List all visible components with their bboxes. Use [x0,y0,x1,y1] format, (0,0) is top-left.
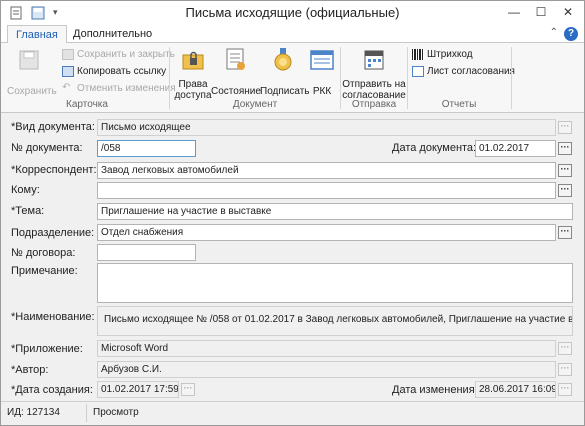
doc-date-label: Дата документа: [392,142,477,154]
state-label: Состояние [211,86,261,97]
subject-label: *Тема: [11,205,45,217]
cancel-changes-button[interactable]: ↶ Отменить изменения [62,82,176,95]
state-document-icon [226,48,245,70]
ribbon-separator [340,47,341,109]
document-form: *Вид документа: Письмо исходящее ··· № д… [6,115,579,399]
doc-date-input[interactable]: 01.02.2017 [475,140,556,157]
status-separator [86,404,87,422]
ribbon-separator [169,47,170,109]
save-label: Сохранить [7,86,57,97]
rkk-card-icon [310,50,334,70]
to-label: Кому: [11,184,40,196]
ribbon: Сохранить Сохранить и закрыть Копировать… [1,43,584,113]
created-label: *Дата создания: [11,384,93,396]
minimize-button[interactable]: — [503,3,525,21]
copy-link-icon [62,65,74,77]
doc-number-label: № документа: [11,142,83,154]
department-label: Подразделение: [11,227,95,239]
attachment-field[interactable]: Microsoft Word [97,340,556,357]
floppy-icon [19,50,39,70]
rkk-label: РКК [312,86,332,97]
barcode-icon [412,48,424,60]
medal-sign-icon [274,48,292,71]
approval-sheet-label: Лист согласования [427,66,515,77]
approval-sheet-icon [412,65,424,77]
collapse-ribbon-icon[interactable]: ⌃ [550,27,558,38]
rkk-button[interactable]: РКК [307,47,337,97]
ribbon-separator [511,47,512,109]
save-close-button[interactable]: Сохранить и закрыть [62,48,175,61]
tab-additional[interactable]: Дополнительно [65,25,160,44]
note-label: Примечание: [11,265,78,277]
app-window: ▾ Письма исходящие (официальные) — ☐ ✕ Г… [0,0,585,426]
close-button[interactable]: ✕ [557,3,579,21]
author-label: *Автор: [11,364,49,376]
modified-picker-button[interactable]: ··· [558,383,572,396]
correspondent-field[interactable]: Завод легковых автомобилей [97,162,556,179]
group-label-sending: Отправка [351,99,397,110]
undo-icon: ↶ [62,81,71,93]
author-browse-button[interactable]: ··· [558,363,572,376]
doc-number-input[interactable]: /058 [97,140,196,157]
maximize-button[interactable]: ☐ [530,3,552,21]
created-picker-button[interactable]: ··· [181,383,195,396]
save-button[interactable]: Сохранить [7,47,57,97]
calendar-send-icon [364,50,384,70]
contract-number-input[interactable] [97,244,196,261]
tab-main[interactable]: Главная [7,25,67,44]
sign-label: Подписать [260,86,310,97]
name-field[interactable]: Письмо исходящее № /058 от 01.02.2017 в … [97,306,573,336]
doc-type-label: *Вид документа: [11,121,95,133]
sign-button[interactable]: Подписать [260,47,310,97]
copy-link-label: Копировать ссылку [77,66,167,77]
doc-type-browse-button[interactable]: ··· [558,121,572,134]
cancel-changes-label: Отменить изменения [77,83,176,94]
doc-date-picker-button[interactable]: ··· [558,142,572,155]
approval-sheet-button[interactable]: Лист согласования [412,65,515,78]
group-label-card: Карточка [66,99,108,110]
state-button[interactable]: Состояние [211,47,261,97]
note-textarea[interactable] [97,263,573,303]
modified-label: Дата изменения: [392,384,478,396]
group-label-document: Документ [232,99,278,110]
send-for-approval-button[interactable]: Отправить на согласование [342,47,406,101]
copy-link-button[interactable]: Копировать ссылку [62,65,166,78]
send-label-1: Отправить на [342,79,406,90]
save-close-icon [62,48,74,60]
group-label-reports: Отчеты [441,99,477,110]
attachment-browse-button[interactable]: ··· [558,342,572,355]
contract-number-label: № договора: [11,247,76,259]
help-icon[interactable]: ? [564,27,578,41]
access-rights-label-1: Права [178,79,208,90]
ribbon-tabs: Главная Дополнительно ⌃ ? [1,25,584,44]
record-id: ИД: 127134 [7,407,60,418]
subject-input[interactable]: Приглашение на участие в выставке [97,203,573,220]
lock-folder-icon [182,51,204,70]
department-browse-button[interactable]: ··· [558,226,572,239]
correspondent-label: *Корреспондент: [11,164,97,176]
save-close-label: Сохранить и закрыть [77,49,175,60]
status-bar: ИД: 127134 Просмотр [1,401,584,425]
attachment-label: *Приложение: [11,343,83,355]
to-browse-button[interactable]: ··· [558,184,572,197]
name-label: *Наименование: [11,311,95,323]
ribbon-separator [407,47,408,109]
created-field[interactable]: 01.02.2017 17:59:16 [97,381,179,398]
view-mode: Просмотр [93,407,139,418]
barcode-button[interactable]: Штрихкод [412,48,473,61]
to-field[interactable] [97,182,556,199]
barcode-label: Штрихкод [427,49,473,60]
access-rights-button[interactable]: Права доступа [173,47,213,101]
window-title: Письма исходящие (официальные) [185,5,400,20]
department-field[interactable]: Отдел снабжения [97,224,556,241]
title-bar: ▾ Письма исходящие (официальные) — ☐ ✕ [1,1,584,25]
doc-type-field[interactable]: Письмо исходящее [97,119,556,136]
author-field[interactable]: Арбузов С.И. [97,361,556,378]
modified-field[interactable]: 28.06.2017 16:09:45 [475,381,556,398]
correspondent-browse-button[interactable]: ··· [558,164,572,177]
